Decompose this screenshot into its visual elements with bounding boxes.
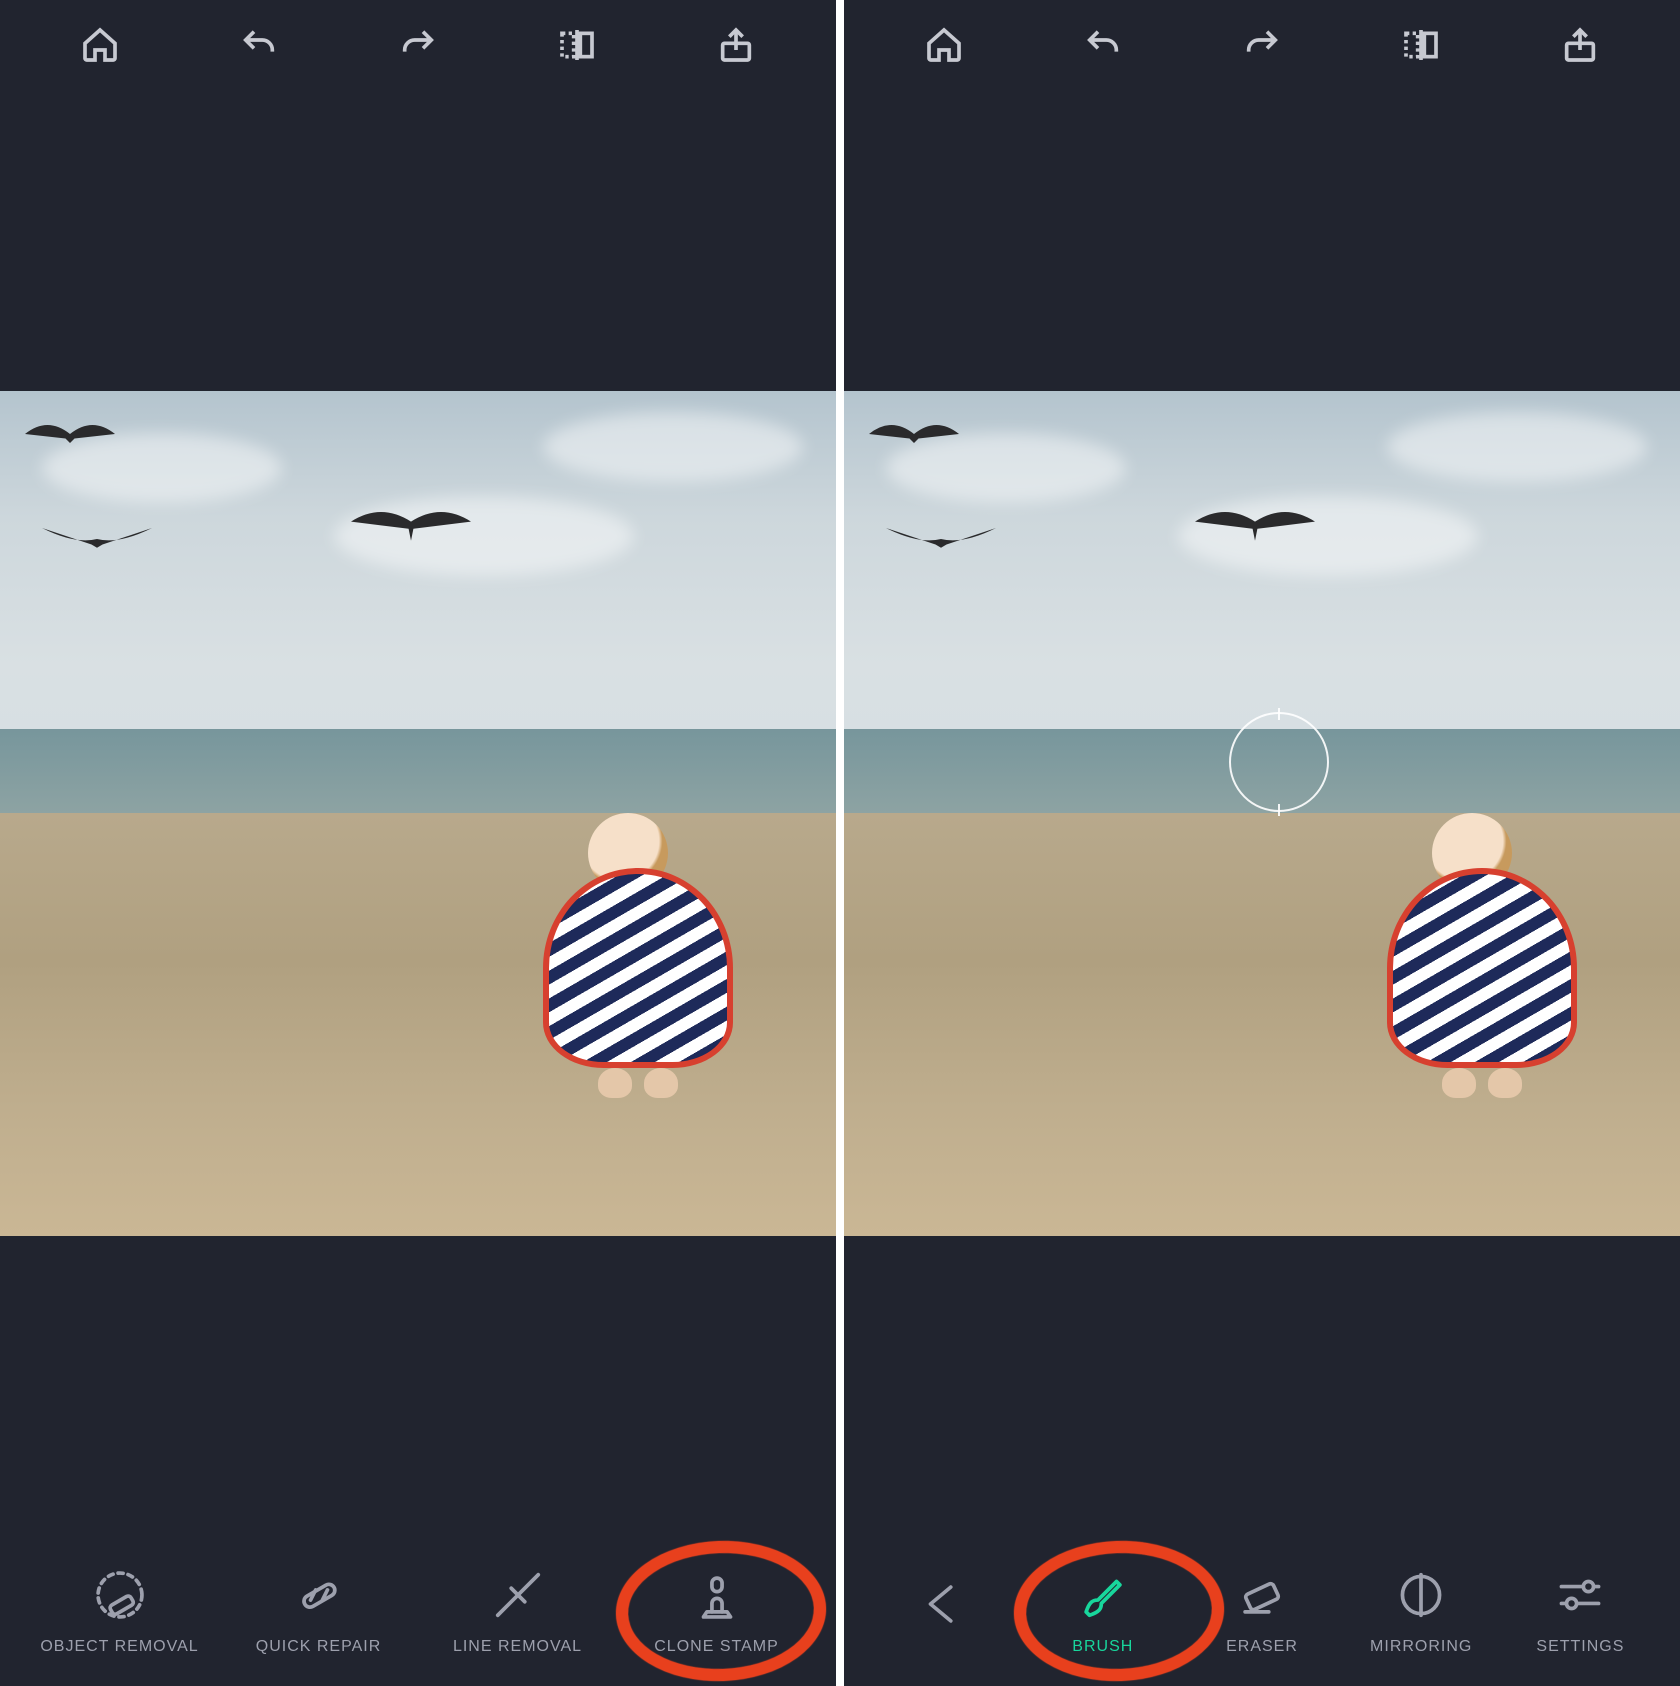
tool-line-removal[interactable]: LINE REMOVAL: [433, 1566, 603, 1656]
canvas[interactable]: [0, 90, 836, 1536]
bird-icon: [1195, 500, 1315, 553]
tool-eraser[interactable]: ERASER: [1182, 1566, 1341, 1656]
undo-icon[interactable]: [1078, 20, 1128, 70]
canvas[interactable]: [844, 90, 1680, 1536]
tool-brush[interactable]: BRUSH: [1023, 1566, 1182, 1656]
share-icon[interactable]: [711, 20, 761, 70]
bottombar-clone: BRUSH ERASER MIRRORING SETTINGS: [844, 1536, 1680, 1686]
screen-clone-stamp: BRUSH ERASER MIRRORING SETTINGS: [840, 0, 1680, 1686]
settings-sliders-icon: [1551, 1566, 1609, 1624]
tool-back[interactable]: [864, 1575, 1023, 1647]
tool-label: BRUSH: [1072, 1638, 1133, 1656]
redo-icon[interactable]: [1237, 20, 1287, 70]
tool-label: CLONE STAMP: [654, 1638, 779, 1656]
tool-label: ERASER: [1226, 1638, 1298, 1656]
topbar: [0, 0, 836, 90]
brush-icon: [1074, 1566, 1132, 1624]
tool-quick-repair[interactable]: QUICK REPAIR: [234, 1566, 404, 1656]
bottombar-main: OBJECT REMOVAL QUICK REPAIR LINE REMOVAL…: [0, 1536, 836, 1686]
tool-object-removal[interactable]: OBJECT REMOVAL: [35, 1566, 205, 1656]
photo-subject: [1387, 813, 1567, 1103]
redo-icon[interactable]: [393, 20, 443, 70]
tool-label: SETTINGS: [1536, 1638, 1624, 1656]
tool-label: LINE REMOVAL: [453, 1638, 582, 1656]
clone-stamp-icon: [688, 1566, 746, 1624]
tool-clone-stamp[interactable]: CLONE STAMP: [632, 1566, 802, 1656]
eraser-icon: [1233, 1566, 1291, 1624]
tool-label: OBJECT REMOVAL: [40, 1638, 198, 1656]
tool-mirroring[interactable]: MIRRORING: [1342, 1566, 1501, 1656]
line-removal-icon: [489, 1566, 547, 1624]
compare-icon[interactable]: [1396, 20, 1446, 70]
tool-label: QUICK REPAIR: [256, 1638, 382, 1656]
clone-target-indicator[interactable]: [1229, 712, 1329, 812]
home-icon[interactable]: [919, 20, 969, 70]
bird-icon: [886, 517, 996, 566]
share-icon[interactable]: [1555, 20, 1605, 70]
photo: [0, 391, 836, 1236]
compare-icon[interactable]: [552, 20, 602, 70]
tool-label: MIRRORING: [1370, 1638, 1472, 1656]
back-arrow-icon: [915, 1575, 973, 1633]
quick-repair-icon: [290, 1566, 348, 1624]
tool-settings[interactable]: SETTINGS: [1501, 1566, 1660, 1656]
screen-main: OBJECT REMOVAL QUICK REPAIR LINE REMOVAL…: [0, 0, 840, 1686]
bird-icon: [869, 416, 959, 457]
photo: [844, 391, 1680, 1236]
mirroring-icon: [1392, 1566, 1450, 1624]
topbar: [844, 0, 1680, 90]
object-removal-icon: [91, 1566, 149, 1624]
home-icon[interactable]: [75, 20, 125, 70]
bird-icon: [351, 500, 471, 553]
photo-subject: [543, 813, 723, 1103]
undo-icon[interactable]: [234, 20, 284, 70]
bird-icon: [42, 517, 152, 566]
bird-icon: [25, 416, 115, 457]
